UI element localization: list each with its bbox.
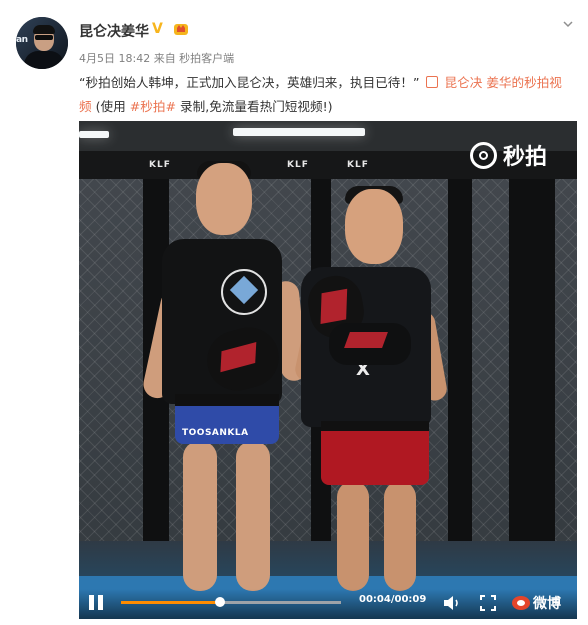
boxing-glove-icon	[329, 323, 411, 365]
cage-brand-text: KLF	[149, 160, 171, 170]
video-watermark: 秒拍	[470, 139, 547, 171]
person-leg	[183, 441, 217, 591]
pause-bar	[98, 595, 103, 610]
video-player[interactable]: KLF KLF KLF 秒拍 TOOSANKLA X	[79, 121, 577, 619]
avatar-text: an	[16, 35, 28, 45]
shorts-text: TOOSANKLA	[182, 428, 249, 438]
post-quote: “秒拍创始人韩坤，正式加入昆仑决，英雄归来，执目已待！”	[79, 75, 420, 90]
cage-post	[509, 179, 555, 599]
post-usage-text-prefix: (使用	[95, 99, 126, 114]
fullscreen-icon[interactable]	[480, 595, 496, 611]
crown-icon	[174, 24, 188, 35]
username-link[interactable]: 昆仑决姜华	[79, 21, 149, 41]
post-meta[interactable]: 4月5日 18:42 来自 秒拍客户端	[79, 50, 234, 66]
weibo-brand-text: 微博	[533, 596, 561, 612]
post-text: “秒拍创始人韩坤，正式加入昆仑决，英雄归来，执目已待！” 昆仑决 姜华的秒拍视频…	[79, 71, 569, 119]
video-link-icon	[425, 76, 438, 88]
shorts-waistband	[175, 394, 279, 406]
hashtag-link[interactable]: #秒拍#	[130, 99, 176, 114]
volume-icon[interactable]	[443, 595, 461, 611]
person-leg	[337, 481, 369, 591]
video-time: 00:04/00:09	[359, 594, 427, 605]
weibo-logo[interactable]: 微博	[512, 593, 570, 613]
video-progress-thumb[interactable]	[215, 597, 225, 607]
watermark-text: 秒拍	[503, 145, 548, 170]
avatar-glasses	[35, 35, 53, 40]
cage-post	[448, 179, 472, 559]
person-leg	[384, 481, 416, 591]
ceiling-light	[79, 131, 109, 138]
verified-icon: V	[152, 21, 163, 37]
shorts-waistband	[321, 421, 429, 431]
cage-brand-text: KLF	[287, 160, 309, 170]
weibo-eye-icon	[512, 596, 530, 610]
video-controls: 00:04/00:09 微博	[79, 589, 577, 619]
avatar[interactable]: an	[16, 17, 68, 69]
avatar-suit	[24, 51, 64, 69]
person-2-head	[345, 189, 403, 264]
post-usage-text-end: 录制,免流量看热门短视频!)	[180, 99, 333, 114]
person-1-head	[196, 163, 252, 235]
avatar-hair	[33, 25, 55, 34]
tiger-logo-icon	[221, 269, 267, 315]
chevron-down-icon[interactable]	[562, 18, 574, 30]
person-leg	[236, 441, 270, 591]
video-progress-fill	[121, 601, 220, 604]
cage-brand-text: KLF	[347, 160, 369, 170]
pause-button[interactable]	[89, 595, 103, 610]
pause-bar	[89, 595, 94, 610]
ceiling-light	[233, 128, 365, 136]
miaopai-icon	[470, 141, 497, 169]
